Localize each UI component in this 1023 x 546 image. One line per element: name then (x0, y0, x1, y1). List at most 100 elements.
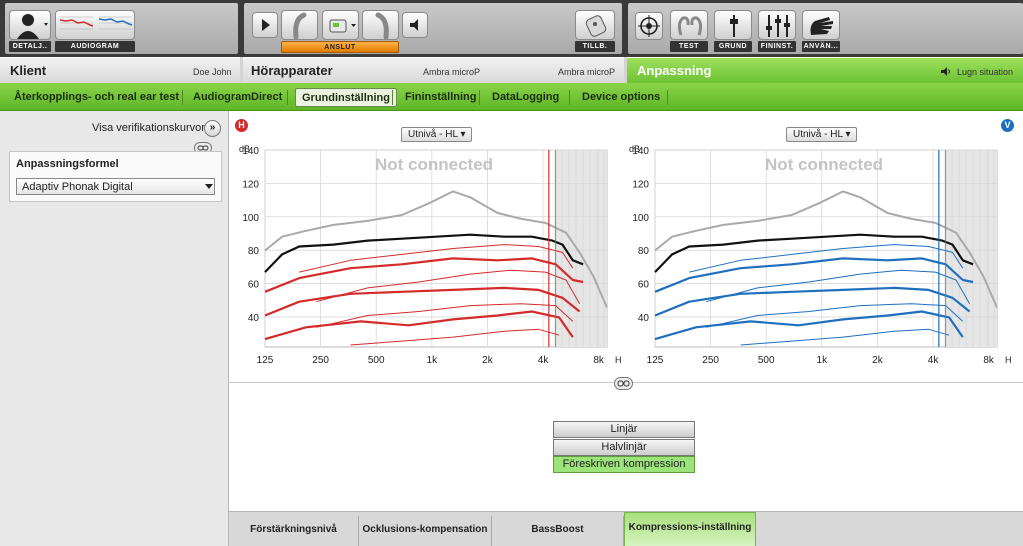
basic-tuning-button[interactable] (714, 10, 752, 40)
right-ear-chart: 1401201008060401252505001k2k4k8kdBHzNot … (239, 144, 621, 366)
tab-gain-level[interactable]: Förstärkningsnivå (229, 516, 359, 546)
interface-device-button[interactable] (322, 10, 359, 40)
left-hearing-aid-button[interactable] (362, 10, 399, 40)
fitting-title: Anpassning (637, 63, 712, 78)
expand-verification-button[interactable]: » (204, 120, 221, 137)
client-header[interactable]: Klient Doe John (0, 57, 240, 83)
x-tick-label: 4k (928, 355, 940, 366)
fitting-formula-heading: Anpassningsformel (16, 158, 119, 170)
bottom-tab-bar: Förstärkningsnivå Ocklusions-kompensatio… (229, 511, 1023, 546)
tab-basic-setting[interactable]: Grundinställning (295, 88, 397, 107)
y-tick-label: 60 (638, 280, 650, 291)
tab-device-options[interactable]: Device options (576, 88, 666, 107)
tab-separator (287, 90, 288, 105)
y-unit-label: dB (629, 144, 640, 154)
remote-control-icon (585, 15, 607, 37)
tab-feedback-test[interactable]: Återkopplings- och real ear test (8, 88, 185, 107)
ears-icon (677, 16, 703, 36)
right-ear-badge: H (235, 119, 248, 132)
y-tick-label: 80 (248, 246, 260, 257)
test-button[interactable] (670, 10, 708, 40)
toolbar-group-client: DETALJ.. AUDIOGRAM (5, 3, 238, 54)
x-tick-label: 1k (817, 355, 829, 366)
x-unit-label: Hz (1005, 355, 1011, 365)
hearing-aid-icon (293, 12, 307, 40)
mute-button[interactable] (402, 12, 428, 38)
fitting-formula-select[interactable]: Adaptiv Phonak Digital (16, 178, 215, 195)
play-icon (262, 19, 270, 31)
tab-separator (392, 90, 393, 105)
left-ear-badge: V (1001, 119, 1014, 132)
user-icon (17, 14, 48, 39)
fitting-formula-value: Adaptiv Phonak Digital (22, 181, 133, 193)
prescribed-compression-option[interactable]: Föreskriven kompression (553, 456, 695, 473)
connect-button[interactable]: ANSLUT (281, 41, 399, 53)
chevron-down-icon (205, 184, 213, 189)
audiogram-button[interactable] (55, 10, 135, 40)
left-level-dropdown[interactable]: Utnivå - HL ▾ (786, 127, 858, 142)
x-tick-label: 125 (257, 355, 274, 366)
chevron-down-icon: ▾ (845, 129, 851, 140)
shaded-zone (555, 150, 607, 347)
right-hearing-aid-button[interactable] (281, 10, 318, 40)
tab-occlusion-compensation[interactable]: Ocklusions-kompensation (359, 516, 492, 546)
x-tick-label: 4k (538, 355, 550, 366)
target-button[interactable] (635, 12, 663, 40)
main-toolbar: DETALJ.. AUDIOGRAM ANSLUT TILLB. TEST GR… (0, 0, 1023, 57)
y-tick-label: 100 (242, 213, 259, 224)
target-icon (638, 15, 660, 37)
right-level-dropdown-label: Utnivå - HL (408, 129, 458, 140)
toolbar-group-devices: ANSLUT TILLB. (244, 3, 622, 54)
basic-tuning-caption: GRUND (714, 41, 752, 52)
fitting-formula-panel: Anpassningsformel Adaptiv Phonak Digital (9, 151, 222, 202)
x-tick-label: 250 (702, 355, 719, 366)
x-tick-label: 1k (427, 355, 439, 366)
speaker-icon (941, 67, 950, 76)
left-ear-chart: 1401201008060401252505001k2k4k8kdBHzNot … (629, 144, 1011, 366)
play-button[interactable] (252, 12, 278, 38)
y-tick-label: 80 (638, 246, 650, 257)
right-level-dropdown[interactable]: Utnivå - HL ▾ (401, 127, 473, 142)
tab-separator (667, 90, 668, 105)
fitting-tab-bar: Återkopplings- och real ear test Audiogr… (0, 83, 1023, 111)
shaded-zone (945, 150, 997, 347)
hearing-aid-icon (375, 12, 389, 40)
hearing-aid-right-model: Ambra microP (558, 67, 616, 77)
y-tick-label: 120 (242, 179, 259, 190)
fine-tuning-caption: FININST. (758, 41, 796, 52)
x-tick-label: 8k (983, 355, 995, 366)
hearing-aids-header[interactable]: Hörapparater Ambra microP Ambra microP (243, 57, 624, 83)
detail-button[interactable] (9, 10, 51, 40)
x-tick-label: 500 (758, 355, 775, 366)
x-tick-label: 500 (368, 355, 385, 366)
y-tick-label: 120 (632, 179, 649, 190)
test-caption: TEST (670, 41, 708, 52)
fine-tuning-button[interactable] (758, 10, 796, 40)
tab-fine-tuning[interactable]: Fininställning (399, 88, 483, 107)
audiogram-icon (59, 16, 133, 30)
tab-bassboost[interactable]: BassBoost (492, 516, 624, 546)
tab-datalogging[interactable]: DataLogging (486, 88, 565, 107)
tab-separator (182, 90, 183, 105)
programming-device-icon (329, 19, 356, 33)
x-tick-label: 8k (593, 355, 605, 366)
linear-option[interactable]: Linjär (553, 421, 695, 438)
fitting-header[interactable]: Anpassning Lugn situation (627, 57, 1023, 83)
semi-linear-option[interactable]: Halvlinjär (553, 439, 695, 456)
link-ears-button[interactable] (614, 377, 633, 390)
tab-audiogramdirect[interactable]: AudiogramDirect (187, 88, 288, 107)
accessories-caption: TILLB. (575, 41, 615, 52)
toolbar-group-fitting: TEST GRUND FININST. ANVÄN... (628, 3, 1023, 54)
user-options-button[interactable] (802, 10, 840, 40)
detail-caption: DETALJ.. (9, 41, 51, 52)
situation-label[interactable]: Lugn situation (957, 67, 1013, 77)
y-tick-label: 40 (638, 313, 650, 324)
accessories-button[interactable] (575, 10, 615, 40)
tab-compression-setting[interactable]: Kompressions-inställning (624, 512, 756, 546)
y-tick-label: 60 (248, 280, 260, 291)
user-options-caption: ANVÄN... (802, 41, 840, 52)
single-slider-icon (730, 15, 738, 37)
y-tick-label: 100 (632, 213, 649, 224)
sliders-icon (766, 15, 790, 37)
tab-separator (479, 90, 480, 105)
